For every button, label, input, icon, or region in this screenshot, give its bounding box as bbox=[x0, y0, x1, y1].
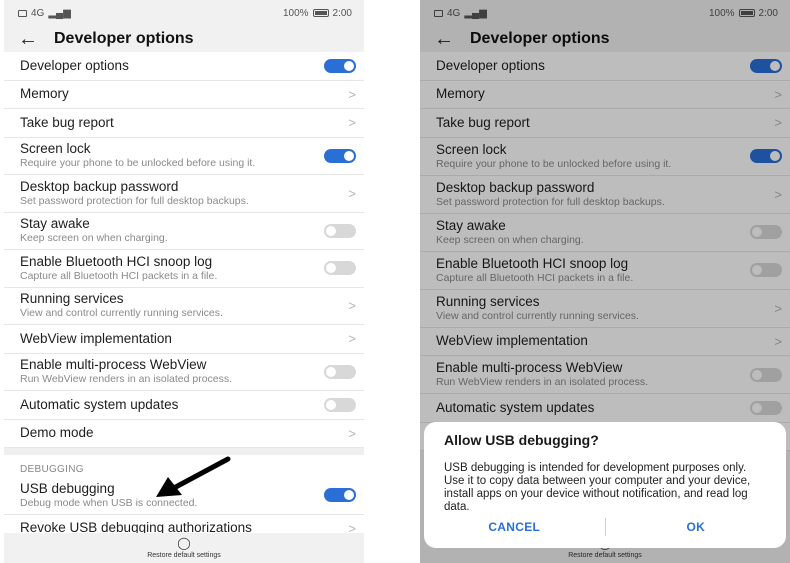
enable-bluetooth-hci-snoop-log-toggle[interactable] bbox=[324, 261, 356, 276]
row-title: Desktop backup password bbox=[20, 178, 179, 194]
settings-row-running-services[interactable]: Running services View and control current… bbox=[4, 288, 364, 325]
toggle-knob bbox=[326, 225, 336, 236]
cancel-button[interactable]: CANCEL bbox=[424, 520, 605, 534]
settings-row-webview-implementation[interactable]: WebView implementation > bbox=[4, 325, 364, 354]
toggle-knob bbox=[344, 60, 354, 71]
toggle-knob bbox=[326, 263, 336, 274]
settings-row-automatic-system-updates[interactable]: Automatic system updates bbox=[4, 391, 364, 420]
screen-lock-toggle[interactable] bbox=[324, 148, 356, 163]
row-subtitle: Require your phone to be unlocked before… bbox=[20, 157, 256, 170]
toggle-knob bbox=[326, 366, 336, 377]
settings-row-stay-awake[interactable]: Stay awake Keep screen on when charging. bbox=[4, 213, 364, 250]
left-screen: 4G ▂▄▆ 100% 2:00 ← Developer options Dev… bbox=[4, 0, 364, 563]
row-text: Automatic system updates bbox=[20, 397, 178, 413]
settings-row-screen-lock[interactable]: Screen lock Require your phone to be unlo… bbox=[4, 138, 364, 175]
dialog-message: USB debugging is intended for developmen… bbox=[444, 462, 751, 513]
usb-debugging-toggle[interactable] bbox=[324, 488, 356, 503]
row-text: Stay awake Keep screen on when charging. bbox=[20, 216, 168, 245]
row-subtitle: Set password protection for full desktop… bbox=[20, 194, 249, 207]
dialog-actions: CANCEL OK bbox=[424, 516, 786, 538]
row-title: Enable multi-process WebView bbox=[20, 357, 207, 373]
right-screen: 4G ▂▄▆ 100% 2:00 ← Developer options Dev… bbox=[420, 0, 790, 563]
stay-awake-toggle[interactable] bbox=[324, 223, 356, 238]
toggle-knob bbox=[326, 399, 336, 410]
automatic-system-updates-toggle[interactable] bbox=[324, 397, 356, 412]
row-title: Memory bbox=[20, 86, 69, 102]
row-title: Running services bbox=[20, 291, 124, 307]
row-title: Stay awake bbox=[20, 216, 90, 232]
chevron-right-icon: > bbox=[348, 86, 356, 102]
row-text: Desktop backup password Set password prot… bbox=[20, 179, 249, 208]
row-title: WebView implementation bbox=[20, 330, 172, 346]
settings-row-enable-bluetooth-hci-snoop-log[interactable]: Enable Bluetooth HCI snoop log Capture al… bbox=[4, 250, 364, 288]
settings-row-enable-multi-process-webview[interactable]: Enable multi-process WebView Run WebView … bbox=[4, 354, 364, 391]
battery-icon bbox=[312, 9, 329, 17]
row-title: Demo mode bbox=[20, 425, 94, 441]
restore-default-label: Restore default settings bbox=[147, 552, 221, 559]
clock: 2:00 bbox=[332, 7, 352, 19]
section-gap bbox=[4, 448, 364, 455]
row-subtitle: Capture all Bluetooth HCI packets in a f… bbox=[20, 269, 218, 282]
restore-icon: ◯ bbox=[177, 536, 191, 550]
settings-row-take-bug-report[interactable]: Take bug report > bbox=[4, 109, 364, 138]
annotation-arrow-icon bbox=[156, 456, 231, 497]
notification-icon bbox=[18, 9, 27, 17]
chevron-right-icon: > bbox=[348, 331, 356, 347]
battery-percent: 100% bbox=[282, 7, 309, 19]
dialog-title: Allow USB debugging? bbox=[444, 432, 599, 448]
status-bar: 4G ▂▄▆ 100% 2:00 bbox=[4, 0, 364, 26]
chevron-right-icon: > bbox=[348, 115, 356, 131]
usb-debugging-dialog: Allow USB debugging? USB debugging is in… bbox=[424, 422, 786, 548]
ok-button[interactable]: OK bbox=[606, 520, 787, 534]
row-subtitle: Run WebView renders in an isolated proce… bbox=[20, 373, 233, 386]
settings-row-desktop-backup-password[interactable]: Desktop backup password Set password prot… bbox=[4, 175, 364, 213]
app-bar: ← Developer options bbox=[4, 26, 364, 52]
restore-default-bar[interactable]: ◯ Restore default settings bbox=[4, 533, 364, 563]
row-text: WebView implementation bbox=[20, 331, 172, 347]
page-title: Developer options bbox=[54, 30, 194, 47]
settings-row-developer-options[interactable]: Developer options bbox=[4, 52, 364, 81]
row-text: Memory bbox=[20, 86, 69, 102]
signal-indicator: 4G bbox=[31, 7, 45, 19]
enable-multi-process-webview-toggle[interactable] bbox=[324, 364, 356, 379]
row-text: Screen lock Require your phone to be unlo… bbox=[20, 141, 255, 170]
chevron-right-icon: > bbox=[348, 185, 356, 201]
row-text: Enable Bluetooth HCI snoop log Capture al… bbox=[20, 254, 217, 283]
settings-row-demo-mode[interactable]: Demo mode > bbox=[4, 420, 364, 448]
row-subtitle: Keep screen on when charging. bbox=[20, 232, 168, 245]
row-text: Running services View and control current… bbox=[20, 291, 223, 320]
row-text: Demo mode bbox=[20, 425, 94, 441]
back-arrow-icon[interactable]: ← bbox=[18, 29, 46, 49]
toggle-knob bbox=[344, 490, 354, 501]
settings-row-memory[interactable]: Memory > bbox=[4, 81, 364, 109]
signal-icon: ▂▄▆ bbox=[48, 7, 71, 19]
row-title: Developer options bbox=[20, 57, 129, 73]
row-text: Take bug report bbox=[20, 115, 114, 131]
row-title: Take bug report bbox=[20, 114, 114, 130]
row-title: Screen lock bbox=[20, 141, 91, 157]
toggle-knob bbox=[344, 150, 354, 161]
row-text: Enable multi-process WebView Run WebView … bbox=[20, 357, 232, 386]
row-title: Automatic system updates bbox=[20, 396, 179, 412]
row-text: Developer options bbox=[20, 58, 129, 74]
chevron-right-icon: > bbox=[348, 425, 356, 441]
row-subtitle: View and control currently running servi… bbox=[20, 307, 223, 320]
chevron-right-icon: > bbox=[348, 298, 356, 314]
developer-options-toggle[interactable] bbox=[324, 58, 356, 73]
row-title: Enable Bluetooth HCI snoop log bbox=[20, 253, 213, 269]
